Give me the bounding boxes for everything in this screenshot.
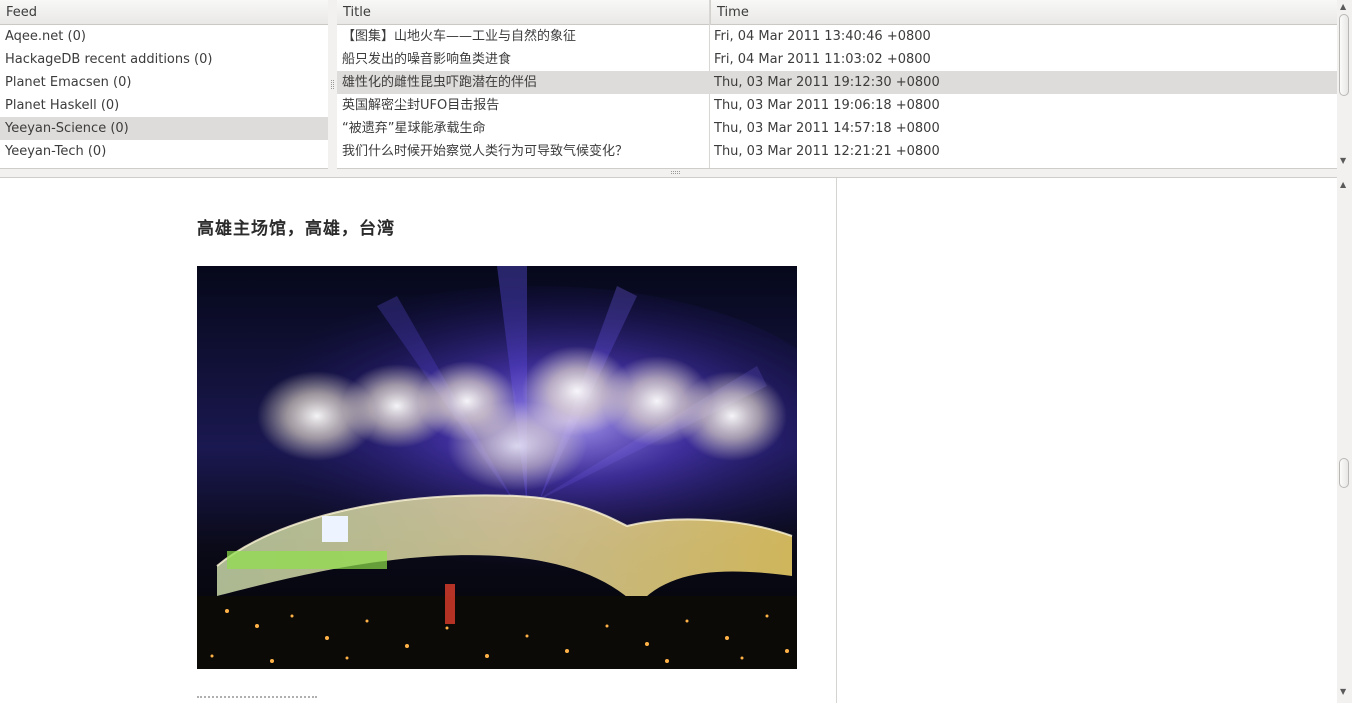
article-list: 【图集】山地火车——工业与自然的象征 Fri, 04 Mar 2011 13:4… xyxy=(337,25,1337,163)
feed-item-label: Yeeyan-Tech (0) xyxy=(5,144,107,159)
scroll-down-arrow-icon[interactable]: ▼ xyxy=(1340,687,1346,697)
article-time: Thu, 03 Mar 2011 19:12:30 +0800 xyxy=(714,75,940,90)
feed-item-label: Planet Emacsen (0) xyxy=(5,75,132,90)
feed-column-header[interactable]: Feed xyxy=(0,0,328,25)
stadium-fireworks-photo xyxy=(197,266,797,669)
feed-item-label: Yeeyan-Science (0) xyxy=(5,121,129,136)
scroll-up-arrow-icon[interactable]: ▲ xyxy=(1340,2,1346,12)
content-scrollbar[interactable]: ▲ ▼ xyxy=(1337,177,1352,703)
feed-item-aqee[interactable]: Aqee.net (0) xyxy=(0,25,328,48)
feed-column-header-label: Feed xyxy=(6,5,38,20)
time-column-header[interactable]: Time xyxy=(710,0,1337,25)
article-title: 我们什么时候开始察觉人类行为可导致气候变化？ xyxy=(342,144,629,159)
horizontal-pane-splitter[interactable] xyxy=(0,169,1352,177)
scroll-up-arrow-icon[interactable]: ▲ xyxy=(1340,180,1346,190)
article-time: Thu, 03 Mar 2011 19:06:18 +0800 xyxy=(714,98,940,113)
scroll-down-arrow-icon[interactable]: ▼ xyxy=(1340,156,1346,166)
vertical-pane-splitter[interactable] xyxy=(328,0,337,169)
article-title: 雄性化的雌性昆虫吓跑潜在的伴侣 xyxy=(342,75,538,90)
article-title: 船只发出的噪音影响鱼类进食 xyxy=(342,52,512,67)
content-column-divider xyxy=(836,178,837,703)
splitter-grip-icon xyxy=(331,80,334,89)
article-title: 【图集】山地火车——工业与自然的象征 xyxy=(342,29,577,44)
title-column-header-label: Title xyxy=(343,5,371,20)
feed-item-label: Planet Haskell (0) xyxy=(5,98,120,113)
article-row[interactable]: 英国解密尘封UFO目击报告 Thu, 03 Mar 2011 19:06:18 … xyxy=(337,94,1337,117)
time-column-header-label: Time xyxy=(717,5,749,20)
title-column-header[interactable]: Title xyxy=(337,0,710,25)
article-time: Thu, 03 Mar 2011 14:57:18 +0800 xyxy=(714,121,940,136)
feed-list-pane: Feed Aqee.net (0) HackageDB recent addit… xyxy=(0,0,329,169)
article-heading: 高雄主场馆，高雄，台湾 xyxy=(197,219,395,239)
feed-list: Aqee.net (0) HackageDB recent additions … xyxy=(0,25,328,163)
feed-item-planet-emacsen[interactable]: Planet Emacsen (0) xyxy=(0,71,328,94)
splitter-grip-icon xyxy=(671,171,680,174)
article-row[interactable]: 我们什么时候开始察觉人类行为可导致气候变化？ Thu, 03 Mar 2011 … xyxy=(337,140,1337,163)
article-row[interactable]: 【图集】山地火车——工业与自然的象征 Fri, 04 Mar 2011 13:4… xyxy=(337,25,1337,48)
feed-item-hackagedb[interactable]: HackageDB recent additions (0) xyxy=(0,48,328,71)
article-title: “被遗弃”星球能承载生命 xyxy=(342,121,486,136)
article-list-scrollbar[interactable]: ▲ ▼ xyxy=(1337,0,1352,168)
article-time: Fri, 04 Mar 2011 11:03:02 +0800 xyxy=(714,52,931,67)
top-panes: Feed Aqee.net (0) HackageDB recent addit… xyxy=(0,0,1352,169)
feed-item-label: Aqee.net (0) xyxy=(5,29,86,44)
article-time: Thu, 03 Mar 2011 12:21:21 +0800 xyxy=(714,144,940,159)
article-list-pane: Title Time 【图集】山地火车——工业与自然的象征 Fri, 04 Ma… xyxy=(337,0,1337,169)
truncated-text-line xyxy=(197,696,317,703)
feed-item-yeeyan-tech[interactable]: Yeeyan-Tech (0) xyxy=(0,140,328,163)
feed-item-yeeyan-science[interactable]: Yeeyan-Science (0) xyxy=(0,117,328,140)
article-content-view[interactable]: 高雄主场馆，高雄，台湾 xyxy=(0,177,1337,703)
article-row[interactable]: 船只发出的噪音影响鱼类进食 Fri, 04 Mar 2011 11:03:02 … xyxy=(337,48,1337,71)
feed-item-label: HackageDB recent additions (0) xyxy=(5,52,213,67)
article-row[interactable]: “被遗弃”星球能承载生命 Thu, 03 Mar 2011 14:57:18 +… xyxy=(337,117,1337,140)
article-list-scroll-thumb[interactable] xyxy=(1339,14,1349,96)
content-scroll-thumb[interactable] xyxy=(1339,458,1349,488)
stadium-fireworks-image xyxy=(197,266,797,669)
article-row-selected[interactable]: 雄性化的雌性昆虫吓跑潜在的伴侣 Thu, 03 Mar 2011 19:12:3… xyxy=(337,71,1337,94)
rss-reader-window: Feed Aqee.net (0) HackageDB recent addit… xyxy=(0,0,1352,703)
feed-item-planet-haskell[interactable]: Planet Haskell (0) xyxy=(0,94,328,117)
article-title: 英国解密尘封UFO目击报告 xyxy=(342,98,500,113)
article-time: Fri, 04 Mar 2011 13:40:46 +0800 xyxy=(714,29,931,44)
